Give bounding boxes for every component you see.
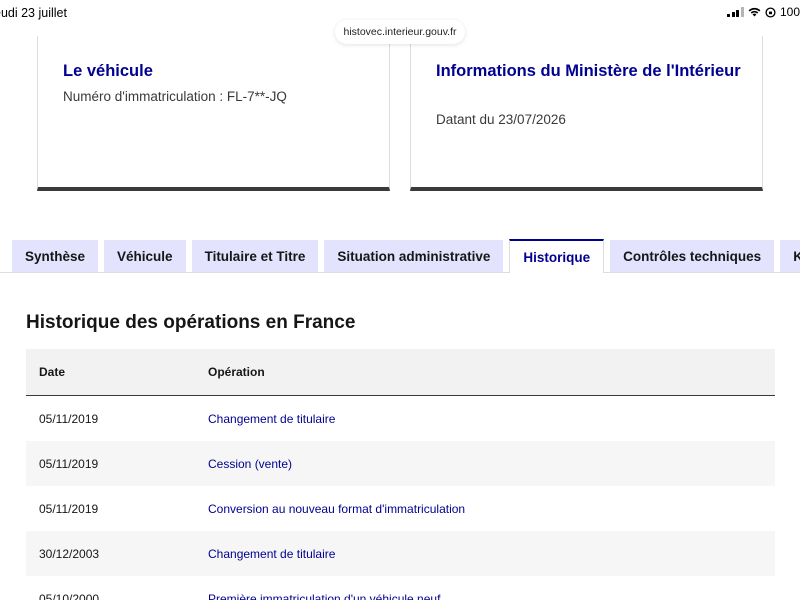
tab-historique[interactable]: Historique [509,239,605,273]
table-header: Date Opération [26,349,775,396]
row-date: 05/10/2000 [39,591,100,600]
vehicle-card-plate: Numéro d'immatriculation : FL-7**-JQ [63,89,287,104]
battery-level: 100 [779,5,800,19]
wifi-icon [748,7,761,17]
ministry-card: Informations du Ministère de l'Intérieur… [410,36,763,191]
header-operation: Opération [208,365,265,379]
vehicle-card-title: Le véhicule [63,62,153,80]
ministry-card-date: Datant du 23/07/2026 [436,112,566,127]
row-operation-link[interactable]: Première immatriculation d'un véhicule n… [196,592,775,600]
tab-list: Synthèse Véhicule Titulaire et Titre Sit… [12,239,800,273]
table-row: 05/11/2019 Cession (vente) [26,441,775,486]
operations-table: Date Opération 05/11/2019 Changement de … [26,349,775,600]
url-bar[interactable]: histovec.interieur.gouv.fr [335,20,465,44]
status-icons: 100 [727,5,800,19]
tab-synthese[interactable]: Synthèse [12,240,99,272]
row-date: 05/11/2019 [39,501,99,516]
table-row: 05/10/2000 Première immatriculation d'un… [26,576,775,600]
header-date: Date [39,365,66,379]
tab-kilometrage[interactable]: Kilo [780,240,800,272]
row-operation-link[interactable]: Changement de titulaire [196,412,775,426]
url-text: histovec.interieur.gouv.fr [343,26,457,38]
vehicle-card: Le véhicule Numéro d'immatriculation : F… [37,36,390,191]
tab-situation-administrative[interactable]: Situation administrative [324,240,504,272]
table-row: 30/12/2003 Changement de titulaire [26,531,775,576]
tab-controles-techniques[interactable]: Contrôles techniques [610,240,775,272]
section-title: Historique des opérations en France [26,312,356,333]
row-operation-link[interactable]: Conversion au nouveau format d'immatricu… [196,502,775,516]
ministry-card-title: Informations du Ministère de l'Intérieur [436,62,741,80]
table-row: 05/11/2019 Changement de titulaire [26,396,775,441]
table-row: 05/11/2019 Conversion au nouveau format … [26,486,775,531]
row-date: 30/12/2003 [39,546,100,561]
histovec-page: eudi 23 juillet 100 histovec.interieur.g… [0,0,800,600]
tab-vehicule[interactable]: Véhicule [104,240,186,272]
row-operation-link[interactable]: Cession (vente) [196,457,775,471]
orientation-lock-icon [765,6,776,18]
row-date: 05/11/2019 [39,411,99,426]
status-time: eudi 23 juillet [0,6,67,20]
cellular-signal-icon [727,7,744,17]
tab-titulaire-titre[interactable]: Titulaire et Titre [191,240,319,272]
row-date: 05/11/2019 [39,456,99,471]
row-operation-link[interactable]: Changement de titulaire [196,547,775,561]
